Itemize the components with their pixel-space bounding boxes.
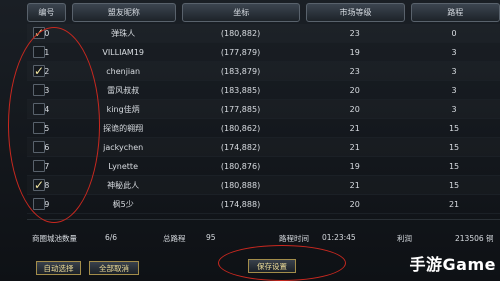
- annotation-oval-save: [218, 245, 346, 281]
- table-row[interactable]: 7 Lynette (180,876) 19 15: [27, 157, 500, 176]
- divider: [27, 219, 500, 220]
- cell-market-level: 20: [349, 85, 360, 95]
- column-header-number[interactable]: 编号: [27, 3, 66, 22]
- cell-ally-name: 枫5少: [112, 199, 134, 209]
- travel-time-label: 路程时间: [279, 234, 309, 243]
- profit-label: 利润: [397, 234, 412, 243]
- site-watermark: 手游Game: [409, 255, 496, 274]
- cell-ally-name: 弹珠人: [111, 28, 136, 38]
- cell-coordinates: (177,879): [220, 47, 261, 57]
- auto-select-button[interactable]: 自动选择: [36, 261, 81, 275]
- cancel-all-button[interactable]: 全部取消: [89, 261, 139, 275]
- cell-coordinates: (174,888): [220, 199, 261, 209]
- column-header-ally-name[interactable]: 盟友昵称: [71, 3, 177, 22]
- cell-distance: 0: [451, 28, 457, 38]
- route-summary: 商圈城池数量 6/6 总路程 95 路程时间 01:23:45 利润 21350…: [30, 233, 500, 245]
- cell-distance: 15: [448, 161, 460, 171]
- column-header-coordinates[interactable]: 坐标: [182, 3, 301, 22]
- table-header: 编号 盟友昵称 坐标 市场等级 路程: [27, 3, 500, 22]
- table-row[interactable]: ✓ 0 弹珠人 (180,882) 23 0: [27, 24, 500, 43]
- table-row[interactable]: ✓ 8 神秘此人 (180,888) 21 15: [27, 176, 500, 195]
- selected-count-value: 6/6: [105, 233, 118, 242]
- cell-market-level: 23: [349, 28, 360, 38]
- cell-distance: 15: [448, 123, 460, 133]
- cell-coordinates: (180,876): [220, 161, 261, 171]
- total-distance-label: 总路程: [163, 234, 186, 243]
- cell-market-level: 21: [349, 123, 360, 133]
- cell-market-level: 20: [349, 104, 360, 114]
- profit-value: 213506 铜: [455, 234, 494, 243]
- cell-distance: 3: [451, 66, 457, 76]
- travel-time-value: 01:23:45: [322, 233, 356, 242]
- table-row[interactable]: 1 VILLIAM19 (177,879) 19 3: [27, 43, 500, 62]
- cell-market-level: 19: [349, 161, 360, 171]
- cell-market-level: 21: [349, 180, 360, 190]
- cell-coordinates: (180,888): [220, 180, 261, 190]
- total-distance-value: 95: [206, 233, 216, 242]
- cell-coordinates: (177,885): [220, 104, 261, 114]
- cell-distance: 3: [451, 85, 457, 95]
- cell-coordinates: (180,862): [220, 123, 261, 133]
- cell-coordinates: (180,882): [220, 28, 261, 38]
- cell-distance: 3: [451, 47, 457, 57]
- cell-distance: 15: [448, 142, 460, 152]
- cell-coordinates: (174,882): [220, 142, 261, 152]
- cell-market-level: 20: [349, 199, 360, 209]
- annotation-oval-left: [8, 27, 100, 223]
- column-header-distance[interactable]: 路程: [410, 3, 500, 22]
- cell-coordinates: (183,879): [220, 66, 261, 76]
- cell-distance: 15: [448, 180, 460, 190]
- column-header-market-level[interactable]: 市场等级: [306, 3, 405, 22]
- cell-coordinates: (183,885): [220, 85, 261, 95]
- cell-distance: 21: [448, 199, 460, 209]
- cell-market-level: 21: [349, 142, 360, 152]
- table-row[interactable]: 9 枫5少 (174,888) 20 21: [27, 195, 500, 214]
- cell-market-level: 19: [349, 47, 360, 57]
- table-row[interactable]: ✓ 2 chenjian (183,879) 23 3: [27, 62, 500, 81]
- cell-market-level: 23: [349, 66, 360, 76]
- selected-count-label: 商圈城池数量: [32, 234, 77, 243]
- cell-distance: 3: [451, 104, 457, 114]
